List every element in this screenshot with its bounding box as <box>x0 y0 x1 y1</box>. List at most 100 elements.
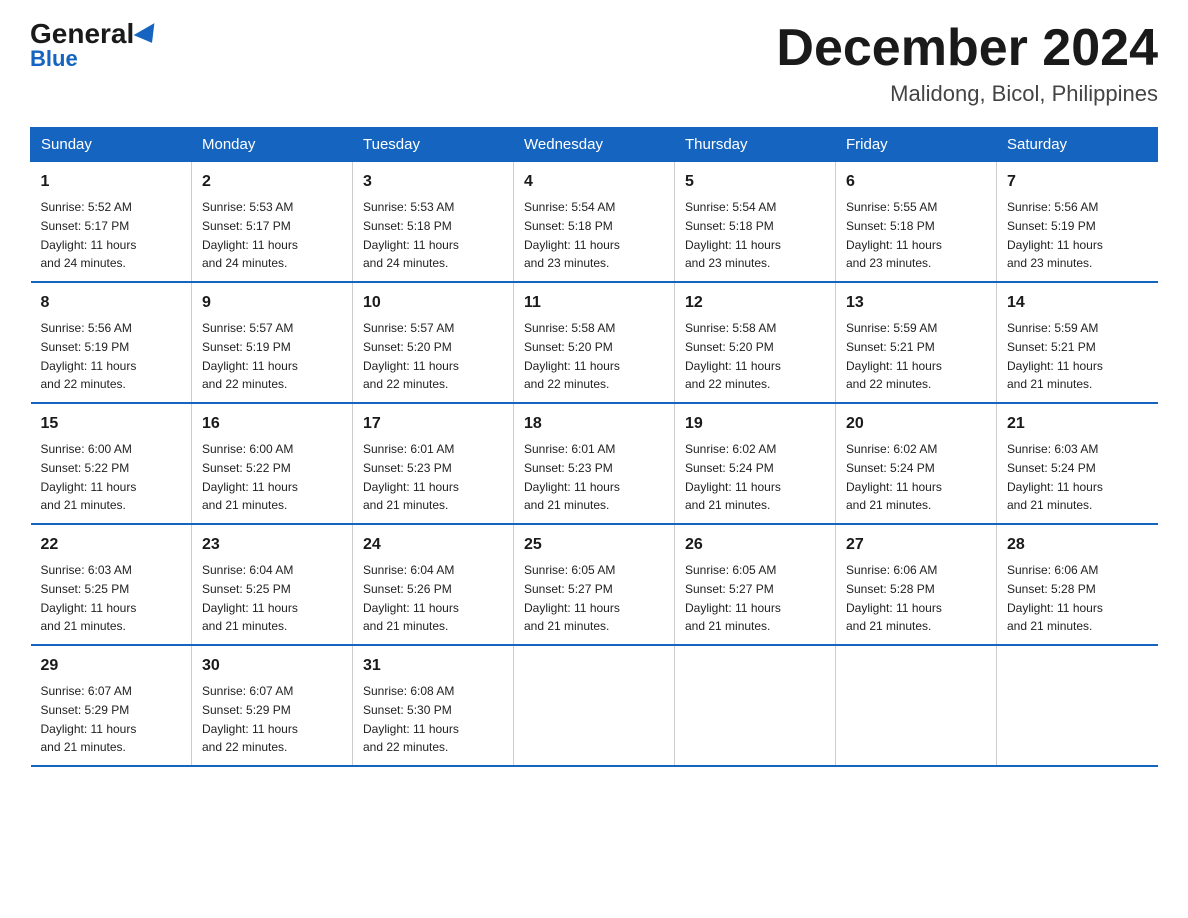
day-number: 12 <box>685 291 825 315</box>
table-row: 20 Sunrise: 6:02 AMSunset: 5:24 PMDaylig… <box>836 403 997 524</box>
calendar-week-row: 8 Sunrise: 5:56 AMSunset: 5:19 PMDayligh… <box>31 282 1158 403</box>
col-wednesday: Wednesday <box>514 128 675 162</box>
table-row: 26 Sunrise: 6:05 AMSunset: 5:27 PMDaylig… <box>675 524 836 645</box>
table-row: 23 Sunrise: 6:04 AMSunset: 5:25 PMDaylig… <box>192 524 353 645</box>
table-row: 4 Sunrise: 5:54 AMSunset: 5:18 PMDayligh… <box>514 162 675 283</box>
day-info: Sunrise: 6:02 AMSunset: 5:24 PMDaylight:… <box>685 442 781 512</box>
month-year-title: December 2024 <box>776 20 1158 77</box>
day-number: 4 <box>524 170 664 194</box>
day-info: Sunrise: 5:54 AMSunset: 5:18 PMDaylight:… <box>524 200 620 270</box>
day-number: 2 <box>202 170 342 194</box>
day-number: 21 <box>1007 412 1148 436</box>
day-info: Sunrise: 5:58 AMSunset: 5:20 PMDaylight:… <box>685 321 781 391</box>
table-row: 16 Sunrise: 6:00 AMSunset: 5:22 PMDaylig… <box>192 403 353 524</box>
calendar-table: Sunday Monday Tuesday Wednesday Thursday… <box>30 127 1158 767</box>
day-number: 27 <box>846 533 986 557</box>
day-number: 17 <box>363 412 503 436</box>
table-row: 1 Sunrise: 5:52 AMSunset: 5:17 PMDayligh… <box>31 162 192 283</box>
logo-blue: Blue <box>30 46 78 72</box>
day-info: Sunrise: 5:55 AMSunset: 5:18 PMDaylight:… <box>846 200 942 270</box>
day-number: 31 <box>363 654 503 678</box>
day-number: 1 <box>41 170 182 194</box>
table-row: 5 Sunrise: 5:54 AMSunset: 5:18 PMDayligh… <box>675 162 836 283</box>
day-number: 19 <box>685 412 825 436</box>
day-number: 9 <box>202 291 342 315</box>
day-info: Sunrise: 6:02 AMSunset: 5:24 PMDaylight:… <box>846 442 942 512</box>
day-number: 11 <box>524 291 664 315</box>
table-row: 9 Sunrise: 5:57 AMSunset: 5:19 PMDayligh… <box>192 282 353 403</box>
day-info: Sunrise: 5:56 AMSunset: 5:19 PMDaylight:… <box>41 321 137 391</box>
day-number: 14 <box>1007 291 1148 315</box>
col-monday: Monday <box>192 128 353 162</box>
day-info: Sunrise: 6:04 AMSunset: 5:25 PMDaylight:… <box>202 563 298 633</box>
day-number: 23 <box>202 533 342 557</box>
table-row: 21 Sunrise: 6:03 AMSunset: 5:24 PMDaylig… <box>997 403 1158 524</box>
day-number: 18 <box>524 412 664 436</box>
day-info: Sunrise: 6:08 AMSunset: 5:30 PMDaylight:… <box>363 684 459 754</box>
table-row: 15 Sunrise: 6:00 AMSunset: 5:22 PMDaylig… <box>31 403 192 524</box>
location-title: Malidong, Bicol, Philippines <box>776 81 1158 107</box>
table-row: 19 Sunrise: 6:02 AMSunset: 5:24 PMDaylig… <box>675 403 836 524</box>
table-row <box>836 645 997 766</box>
col-sunday: Sunday <box>31 128 192 162</box>
day-number: 28 <box>1007 533 1148 557</box>
day-info: Sunrise: 6:00 AMSunset: 5:22 PMDaylight:… <box>202 442 298 512</box>
table-row: 25 Sunrise: 6:05 AMSunset: 5:27 PMDaylig… <box>514 524 675 645</box>
table-row: 11 Sunrise: 5:58 AMSunset: 5:20 PMDaylig… <box>514 282 675 403</box>
title-section: December 2024 Malidong, Bicol, Philippin… <box>776 20 1158 107</box>
col-tuesday: Tuesday <box>353 128 514 162</box>
day-info: Sunrise: 5:59 AMSunset: 5:21 PMDaylight:… <box>846 321 942 391</box>
table-row: 10 Sunrise: 5:57 AMSunset: 5:20 PMDaylig… <box>353 282 514 403</box>
day-info: Sunrise: 5:59 AMSunset: 5:21 PMDaylight:… <box>1007 321 1103 391</box>
table-row: 30 Sunrise: 6:07 AMSunset: 5:29 PMDaylig… <box>192 645 353 766</box>
day-info: Sunrise: 6:05 AMSunset: 5:27 PMDaylight:… <box>685 563 781 633</box>
day-info: Sunrise: 6:06 AMSunset: 5:28 PMDaylight:… <box>846 563 942 633</box>
day-info: Sunrise: 5:57 AMSunset: 5:20 PMDaylight:… <box>363 321 459 391</box>
table-row: 3 Sunrise: 5:53 AMSunset: 5:18 PMDayligh… <box>353 162 514 283</box>
day-info: Sunrise: 5:56 AMSunset: 5:19 PMDaylight:… <box>1007 200 1103 270</box>
col-thursday: Thursday <box>675 128 836 162</box>
page-header: General Blue December 2024 Malidong, Bic… <box>30 20 1158 107</box>
day-number: 13 <box>846 291 986 315</box>
table-row: 18 Sunrise: 6:01 AMSunset: 5:23 PMDaylig… <box>514 403 675 524</box>
day-info: Sunrise: 5:52 AMSunset: 5:17 PMDaylight:… <box>41 200 137 270</box>
logo-arrow-icon <box>134 23 163 49</box>
day-info: Sunrise: 6:07 AMSunset: 5:29 PMDaylight:… <box>41 684 137 754</box>
day-info: Sunrise: 5:53 AMSunset: 5:18 PMDaylight:… <box>363 200 459 270</box>
day-number: 16 <box>202 412 342 436</box>
day-number: 15 <box>41 412 182 436</box>
day-info: Sunrise: 5:54 AMSunset: 5:18 PMDaylight:… <box>685 200 781 270</box>
col-friday: Friday <box>836 128 997 162</box>
table-row: 13 Sunrise: 5:59 AMSunset: 5:21 PMDaylig… <box>836 282 997 403</box>
col-saturday: Saturday <box>997 128 1158 162</box>
table-row <box>675 645 836 766</box>
table-row: 2 Sunrise: 5:53 AMSunset: 5:17 PMDayligh… <box>192 162 353 283</box>
calendar-week-row: 15 Sunrise: 6:00 AMSunset: 5:22 PMDaylig… <box>31 403 1158 524</box>
day-info: Sunrise: 6:00 AMSunset: 5:22 PMDaylight:… <box>41 442 137 512</box>
table-row: 7 Sunrise: 5:56 AMSunset: 5:19 PMDayligh… <box>997 162 1158 283</box>
day-info: Sunrise: 6:04 AMSunset: 5:26 PMDaylight:… <box>363 563 459 633</box>
logo: General Blue <box>30 20 160 72</box>
table-row: 28 Sunrise: 6:06 AMSunset: 5:28 PMDaylig… <box>997 524 1158 645</box>
day-number: 5 <box>685 170 825 194</box>
table-row: 24 Sunrise: 6:04 AMSunset: 5:26 PMDaylig… <box>353 524 514 645</box>
day-info: Sunrise: 5:57 AMSunset: 5:19 PMDaylight:… <box>202 321 298 391</box>
day-info: Sunrise: 6:03 AMSunset: 5:25 PMDaylight:… <box>41 563 137 633</box>
calendar-header-row: Sunday Monday Tuesday Wednesday Thursday… <box>31 128 1158 162</box>
day-number: 20 <box>846 412 986 436</box>
day-number: 26 <box>685 533 825 557</box>
table-row: 8 Sunrise: 5:56 AMSunset: 5:19 PMDayligh… <box>31 282 192 403</box>
day-info: Sunrise: 6:05 AMSunset: 5:27 PMDaylight:… <box>524 563 620 633</box>
calendar-week-row: 1 Sunrise: 5:52 AMSunset: 5:17 PMDayligh… <box>31 162 1158 283</box>
day-number: 6 <box>846 170 986 194</box>
day-number: 3 <box>363 170 503 194</box>
day-info: Sunrise: 5:58 AMSunset: 5:20 PMDaylight:… <box>524 321 620 391</box>
day-info: Sunrise: 6:01 AMSunset: 5:23 PMDaylight:… <box>524 442 620 512</box>
table-row: 27 Sunrise: 6:06 AMSunset: 5:28 PMDaylig… <box>836 524 997 645</box>
table-row: 31 Sunrise: 6:08 AMSunset: 5:30 PMDaylig… <box>353 645 514 766</box>
day-info: Sunrise: 5:53 AMSunset: 5:17 PMDaylight:… <box>202 200 298 270</box>
day-number: 29 <box>41 654 182 678</box>
day-number: 8 <box>41 291 182 315</box>
day-number: 30 <box>202 654 342 678</box>
table-row: 29 Sunrise: 6:07 AMSunset: 5:29 PMDaylig… <box>31 645 192 766</box>
